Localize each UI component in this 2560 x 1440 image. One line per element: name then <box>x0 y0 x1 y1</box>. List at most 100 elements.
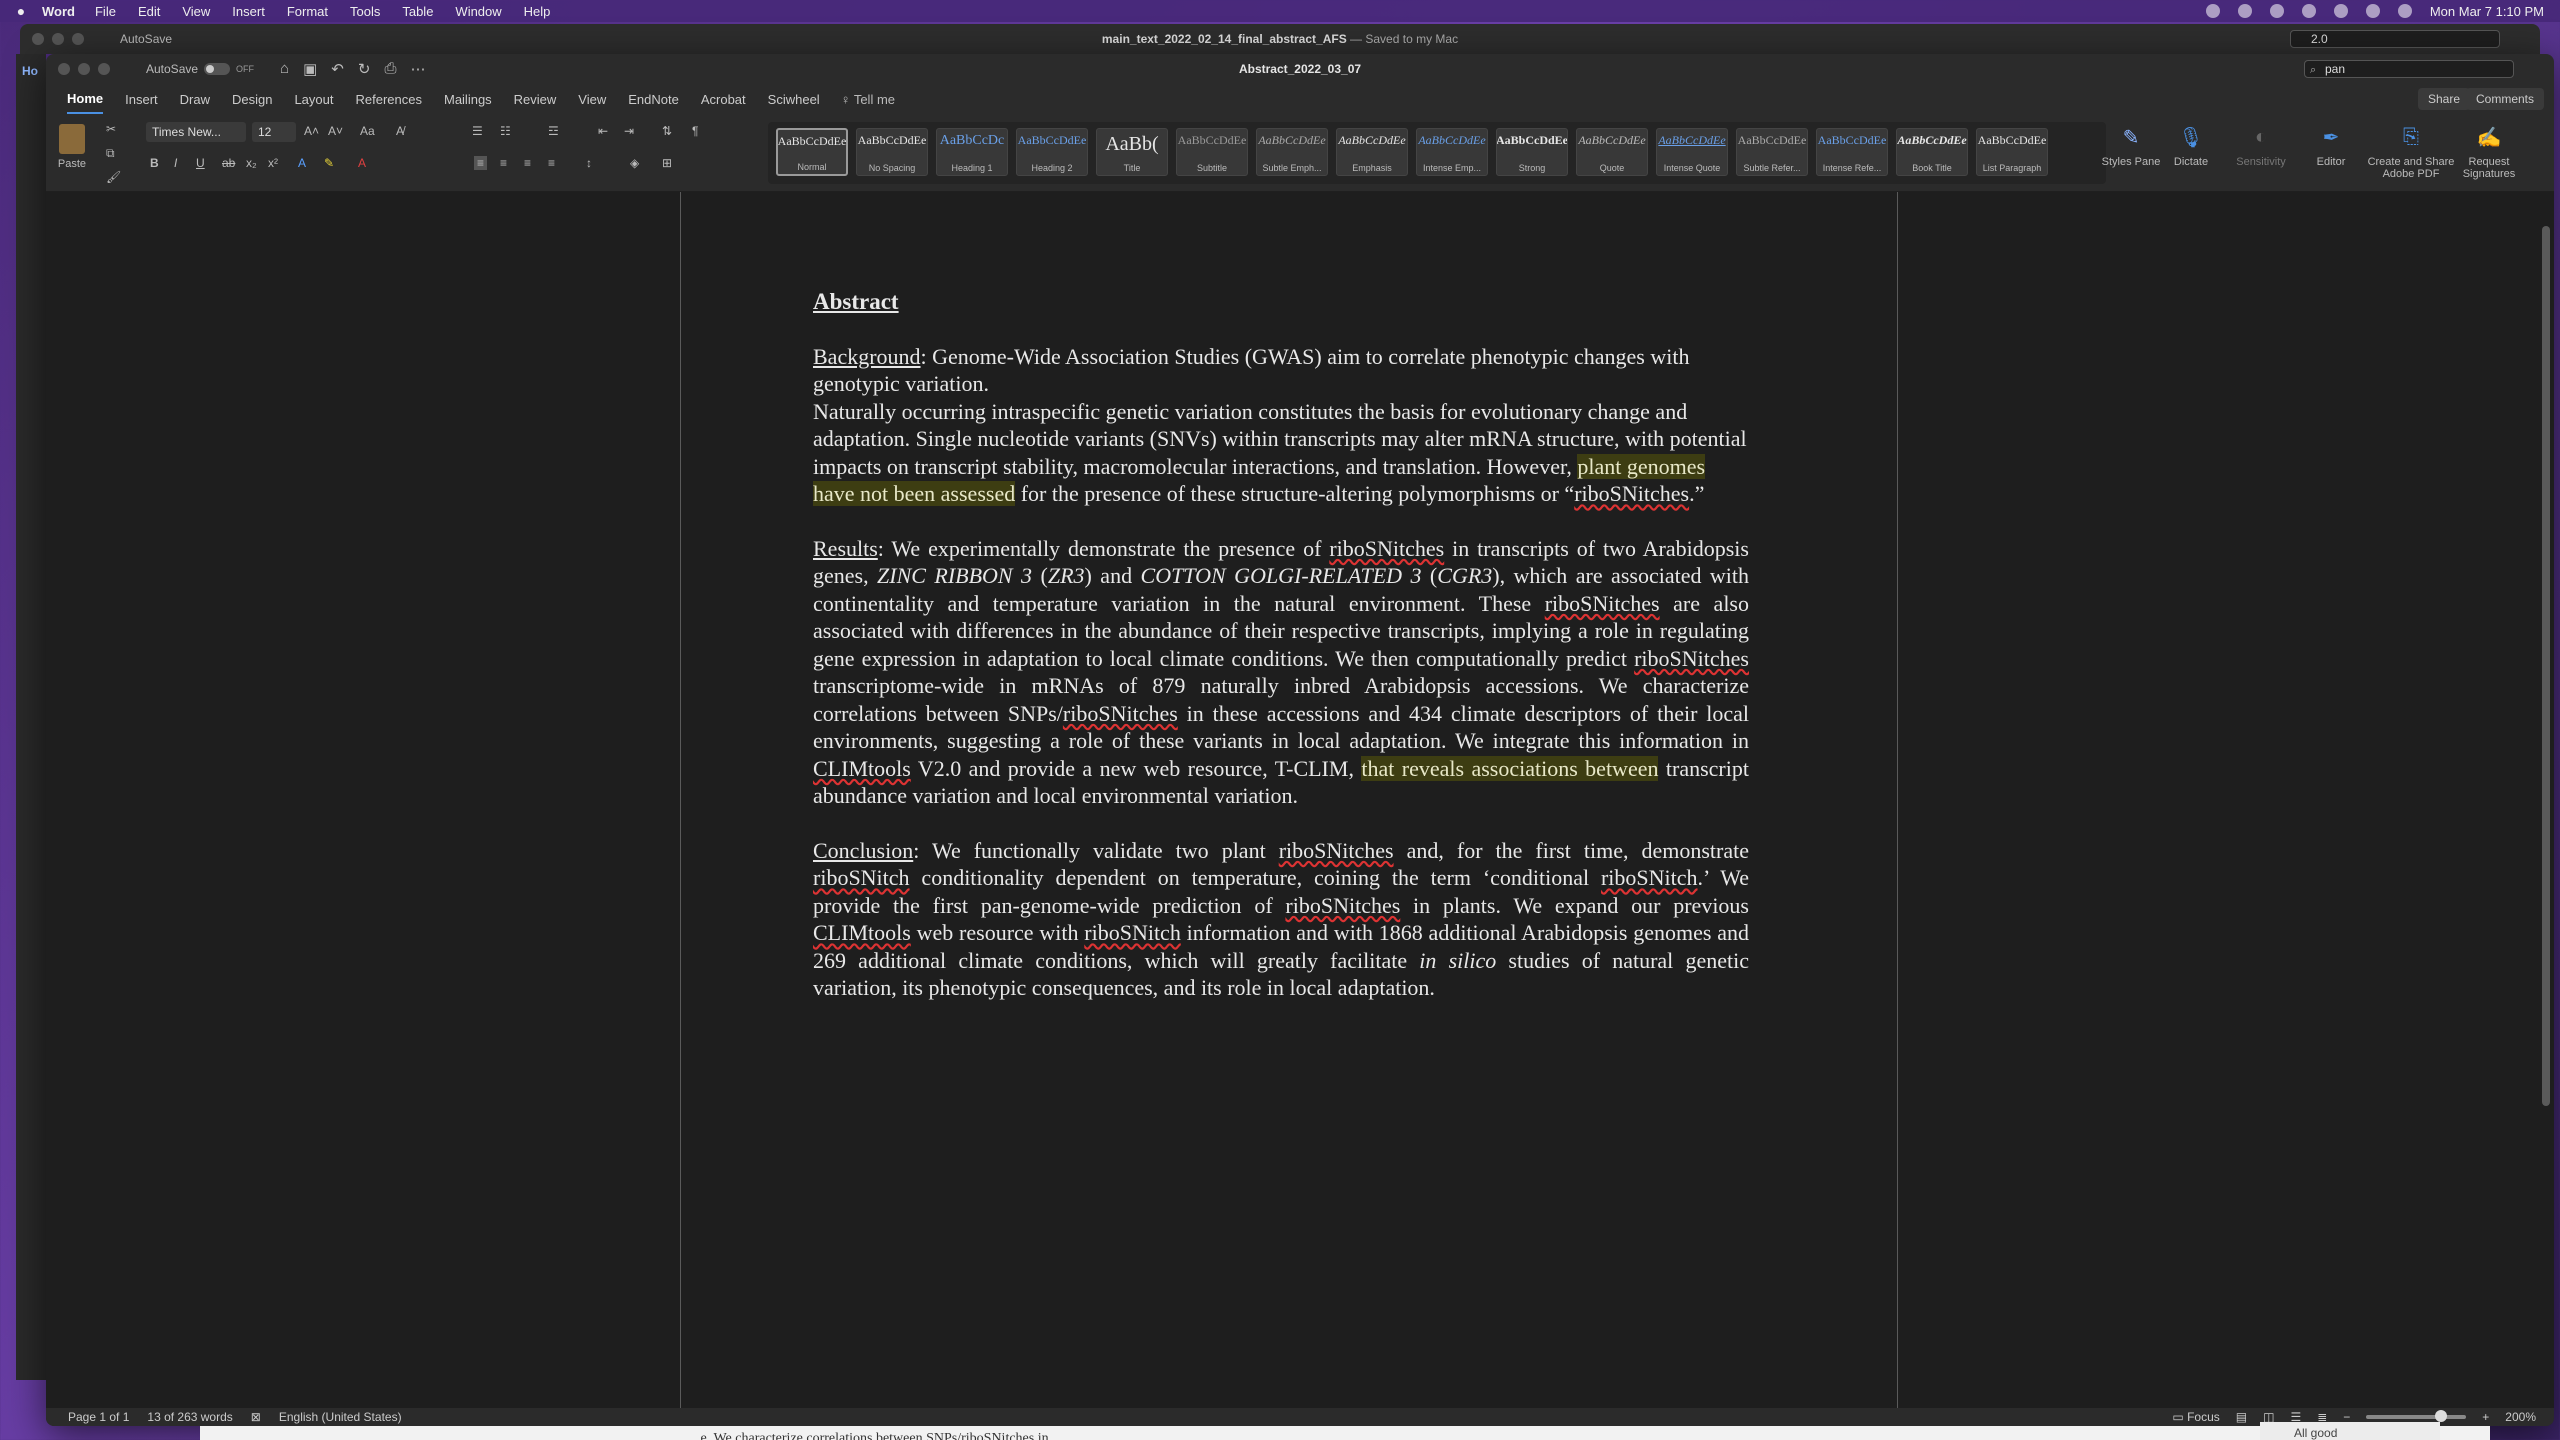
style-normal[interactable]: AaBbCcDdEe Normal <box>776 128 848 176</box>
bold-icon[interactable]: B <box>150 156 159 170</box>
style-heading-1[interactable]: AaBbCcDc Heading 1 <box>936 128 1008 176</box>
borders-icon[interactable]: ⊞ <box>662 156 672 170</box>
style-quote[interactable]: AaBbCcDdEe Quote <box>1576 128 1648 176</box>
change-case-icon[interactable]: Aa <box>360 124 375 138</box>
line-spacing-icon[interactable]: ↕ <box>586 156 592 170</box>
tab-insert[interactable]: Insert <box>125 86 158 113</box>
share-button[interactable]: Share <box>2417 88 2470 110</box>
search-icon[interactable] <box>2365 4 2380 18</box>
style-heading-2[interactable]: AaBbCcDdEe Heading 2 <box>1016 128 1088 176</box>
save-icon[interactable]: ▣ <box>303 60 317 78</box>
align-center-icon[interactable]: ≡ <box>500 156 507 170</box>
tab-design[interactable]: Design <box>232 86 272 113</box>
proofing-icon[interactable]: ⊠ <box>251 1410 261 1424</box>
font-color-icon[interactable]: A <box>358 156 366 170</box>
style-title[interactable]: AaBb(Title <box>1096 128 1168 176</box>
show-formatting-icon[interactable]: ¶ <box>692 124 698 138</box>
menu-file[interactable]: File <box>95 4 116 19</box>
style-subtle-emphasis[interactable]: AaBbCcDdEe Subtle Emph... <box>1256 128 1328 176</box>
results-paragraph[interactable]: Results: We experimentally demonstrate t… <box>813 535 1749 810</box>
style-no-spacing[interactable]: AaBbCcDdEe No Spacing <box>856 128 928 176</box>
align-left-icon[interactable]: ≡ <box>474 156 488 170</box>
tab-layout[interactable]: Layout <box>294 86 333 113</box>
abstract-heading[interactable]: Abstract <box>813 288 1749 316</box>
vertical-scrollbar[interactable] <box>2542 226 2550 1106</box>
minimize-button[interactable] <box>78 63 90 75</box>
print-icon[interactable]: ⎙ <box>384 60 396 78</box>
wifi-icon[interactable] <box>2333 4 2348 18</box>
print-layout-icon[interactable]: ▤ <box>2236 1410 2247 1424</box>
status-icon[interactable] <box>2269 4 2284 18</box>
intro-paragraph[interactable]: Naturally occurring intraspecific geneti… <box>813 398 1749 508</box>
zoom-slider-knob[interactable] <box>2435 1410 2448 1422</box>
font-size-select[interactable]: 12 <box>252 122 296 142</box>
search-input[interactable]: ⌕ pan <box>2304 60 2514 78</box>
tab-endnote[interactable]: EndNote <box>628 86 679 113</box>
align-right-icon[interactable]: ≡ <box>524 156 531 170</box>
underline-icon[interactable]: U <box>196 156 205 170</box>
bg-home-tab[interactable]: Ho <box>22 64 40 78</box>
subscript-icon[interactable]: x₂ <box>246 156 257 170</box>
zoom-level[interactable]: 200% <box>2505 1410 2536 1424</box>
tab-draw[interactable]: Draw <box>180 86 210 113</box>
tab-home[interactable]: Home <box>67 85 104 114</box>
autosave-toggle[interactable]: AutoSave OFF <box>146 62 254 76</box>
shading-icon[interactable]: ◈ <box>630 156 639 170</box>
cut-icon[interactable]: ✂ <box>106 122 116 136</box>
editor-button[interactable]: ✒ Editor <box>2296 122 2366 169</box>
decrease-indent-icon[interactable]: ⇤ <box>598 124 608 138</box>
shrink-font-icon[interactable]: A˅ <box>328 124 343 138</box>
undo-icon[interactable]: ↶ <box>331 60 344 78</box>
background-paragraph[interactable]: Background: Genome-Wide Association Stud… <box>813 343 1749 398</box>
menu-view[interactable]: View <box>182 4 210 19</box>
menu-table[interactable]: Table <box>402 4 433 19</box>
highlight-icon[interactable]: ✎ <box>324 156 334 170</box>
home-icon[interactable]: ⌂ <box>280 60 289 78</box>
style-subtle-reference[interactable]: AaBbCcDdEe Subtle Refer... <box>1736 128 1808 176</box>
paste-button[interactable]: Paste <box>54 124 90 170</box>
sensitivity-button[interactable]: ◐ Sensitivity <box>2226 122 2296 169</box>
language[interactable]: English (United States) <box>279 1410 402 1424</box>
style-emphasis[interactable]: AaBbCcDdEe Emphasis <box>1336 128 1408 176</box>
page[interactable]: Abstract Background: Genome-Wide Associa… <box>680 192 1898 1408</box>
titlebar[interactable]: AutoSave OFF ⌂ ▣ ↶ ↻ ⎙ ⋯ Abstract_2022_0… <box>46 54 2554 84</box>
close-button[interactable] <box>58 63 70 75</box>
menu-tools[interactable]: Tools <box>350 4 380 19</box>
menu-insert[interactable]: Insert <box>232 4 265 19</box>
style-book-title[interactable]: AaBbCcDdEe Book Title <box>1896 128 1968 176</box>
bg-search-input[interactable]: 2.0 <box>2290 30 2500 48</box>
grow-font-icon[interactable]: A˄ <box>304 124 319 138</box>
style-intense-emphasis[interactable]: AaBbCcDdEe Intense Emp... <box>1416 128 1488 176</box>
menu-window[interactable]: Window <box>455 4 501 19</box>
justify-icon[interactable]: ≡ <box>548 156 555 170</box>
tab-review[interactable]: Review <box>514 86 557 113</box>
zoom-button[interactable] <box>72 33 84 45</box>
dictate-button[interactable]: 🎙 Dictate <box>2156 122 2226 169</box>
comments-button[interactable]: Comments <box>2465 88 2544 110</box>
more-icon[interactable]: ⋯ <box>410 60 425 78</box>
menu-format[interactable]: Format <box>287 4 328 19</box>
create-share-pdf-button[interactable]: ⎘ Create and Share Adobe PDF <box>2366 122 2456 181</box>
zoom-in-icon[interactable]: + <box>2482 1410 2489 1424</box>
background-window-titlebar[interactable]: AutoSave main_text_2022_02_14_final_abst… <box>20 24 2540 54</box>
format-painter-icon[interactable]: 🖌 <box>106 170 121 184</box>
strikethrough-icon[interactable]: ab <box>222 156 235 170</box>
zoom-slider[interactable] <box>2366 1410 2467 1422</box>
style-intense-reference[interactable]: AaBbCcDdEe Intense Refe... <box>1816 128 1888 176</box>
style-strong[interactable]: AaBbCcDdEe Strong <box>1496 128 1568 176</box>
text-effects-icon[interactable]: A <box>298 156 306 170</box>
redo-icon[interactable]: ↻ <box>358 60 371 78</box>
menu-clock[interactable]: Mon Mar 7 1:10 PM <box>2430 4 2544 19</box>
menu-edit[interactable]: Edit <box>138 4 160 19</box>
document-body[interactable]: Abstract Background: Genome-Wide Associa… <box>813 288 1749 1002</box>
tab-view[interactable]: View <box>578 86 606 113</box>
minimize-button[interactable] <box>52 33 64 45</box>
superscript-icon[interactable]: x² <box>268 156 278 170</box>
tell-me[interactable]: ♀ Tell me <box>841 92 895 107</box>
font-name-select[interactable]: Times New... <box>146 122 246 142</box>
page-count[interactable]: Page 1 of 1 <box>68 1410 129 1424</box>
apple-icon[interactable]: ● <box>0 3 42 19</box>
numbering-icon[interactable]: ☷ <box>500 124 511 138</box>
increase-indent-icon[interactable]: ⇥ <box>624 124 634 138</box>
conclusion-paragraph[interactable]: Conclusion: We functionally validate two… <box>813 837 1749 1002</box>
